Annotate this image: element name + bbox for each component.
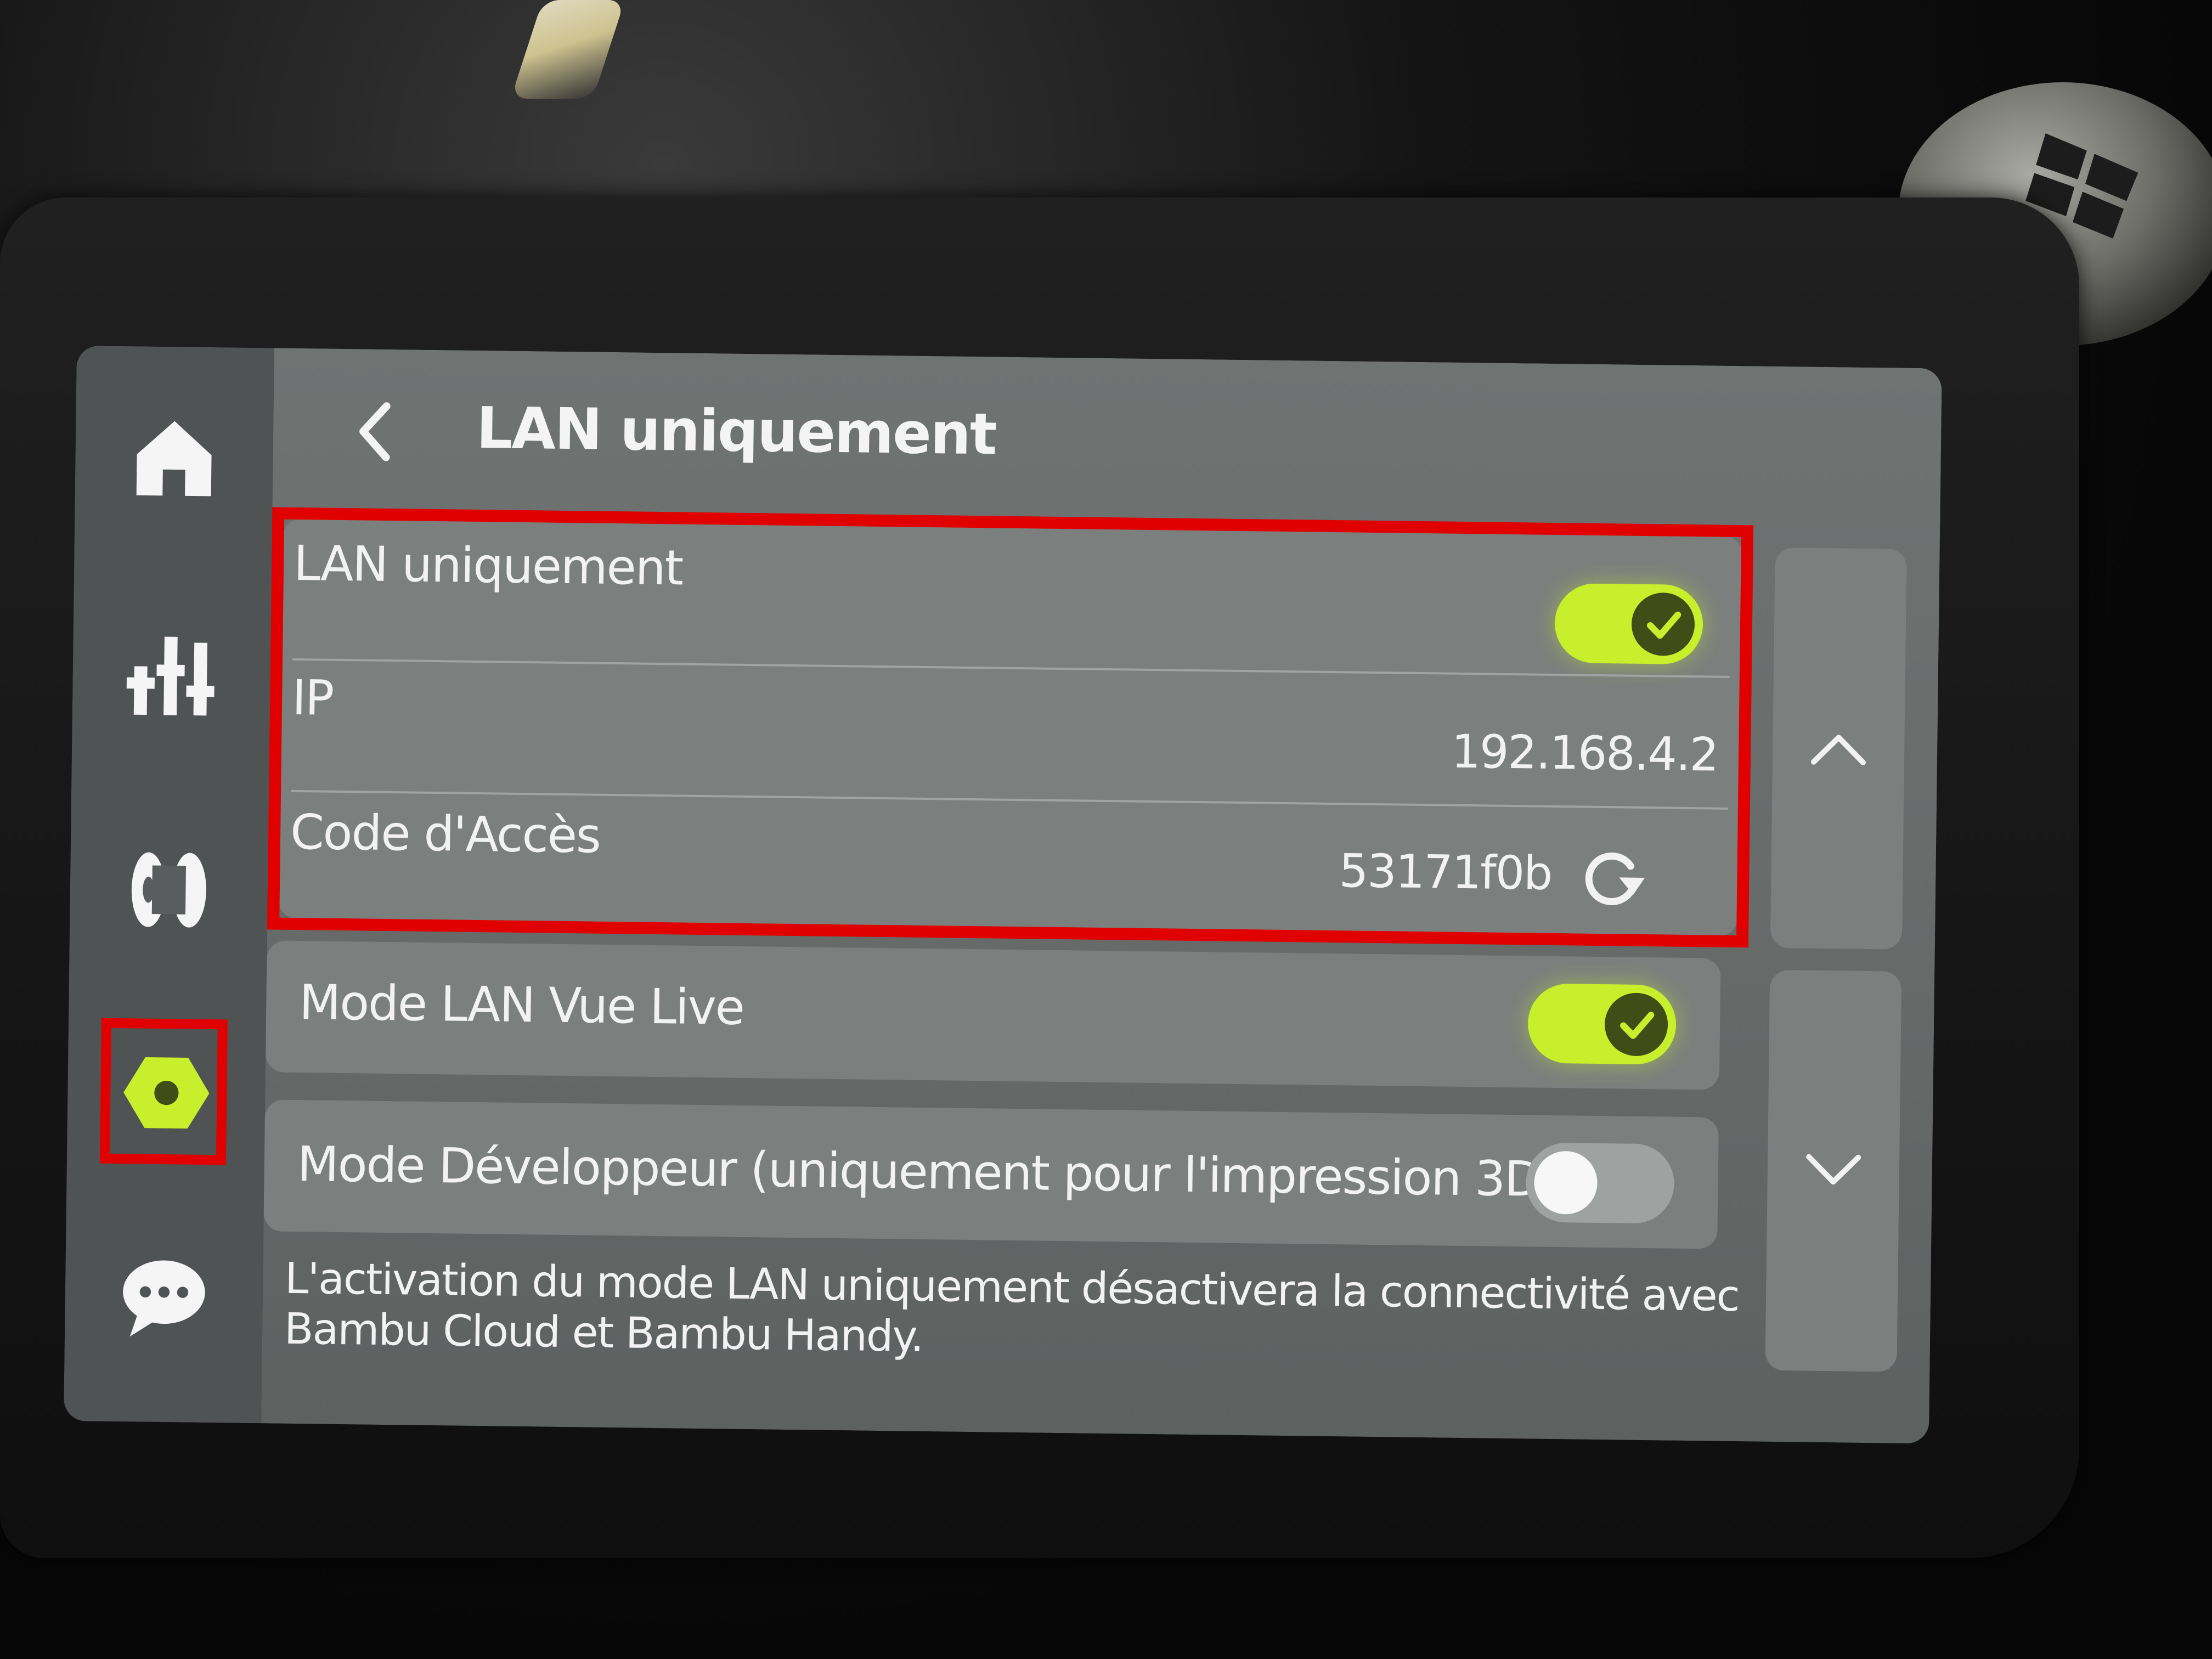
nav-messages[interactable] bbox=[92, 1223, 236, 1368]
nav-home[interactable] bbox=[102, 385, 246, 529]
lan-mode-warning-note: L'activation du mode LAN uniquement désa… bbox=[284, 1254, 1740, 1362]
developer-mode-card: Mode Développeur (uniquement pour l'impr… bbox=[263, 1099, 1719, 1249]
back-button[interactable] bbox=[344, 390, 405, 473]
scroll-down-button[interactable] bbox=[1765, 969, 1902, 1372]
chevron-up-icon bbox=[1810, 735, 1866, 765]
chevron-down-icon bbox=[1806, 1154, 1861, 1185]
controls-icon bbox=[126, 636, 215, 716]
touch-screen: LAN uniquement LAN uniquement IP 192.168… bbox=[64, 346, 1942, 1444]
home-icon bbox=[136, 421, 212, 496]
sidebar bbox=[64, 346, 274, 1424]
filament-spool-icon bbox=[131, 852, 206, 928]
lan-settings-annotation-box bbox=[267, 507, 1754, 948]
toggle-knob bbox=[1604, 992, 1668, 1057]
live-view-toggle[interactable] bbox=[1527, 983, 1677, 1065]
main-panel: LAN uniquement LAN uniquement IP 192.168… bbox=[261, 348, 1942, 1444]
page-title: LAN uniquement bbox=[476, 394, 997, 468]
scroll-up-button[interactable] bbox=[1770, 547, 1907, 950]
developer-mode-row: Mode Développeur (uniquement pour l'impr… bbox=[297, 1136, 1607, 1208]
developer-mode-label: Mode Développeur (uniquement pour l'impr… bbox=[297, 1136, 1559, 1208]
chevron-left-icon bbox=[359, 402, 391, 461]
settings-annotation-box bbox=[99, 1018, 228, 1165]
live-view-card: Mode LAN Vue Live bbox=[265, 940, 1721, 1090]
nav-controls[interactable] bbox=[99, 604, 244, 748]
live-view-label: Mode LAN Vue Live bbox=[298, 974, 744, 1036]
toggle-knob bbox=[1533, 1150, 1598, 1215]
nav-filament[interactable] bbox=[97, 818, 241, 962]
chat-icon bbox=[123, 1260, 205, 1337]
developer-mode-toggle[interactable] bbox=[1525, 1142, 1675, 1224]
check-icon bbox=[1620, 1011, 1654, 1039]
